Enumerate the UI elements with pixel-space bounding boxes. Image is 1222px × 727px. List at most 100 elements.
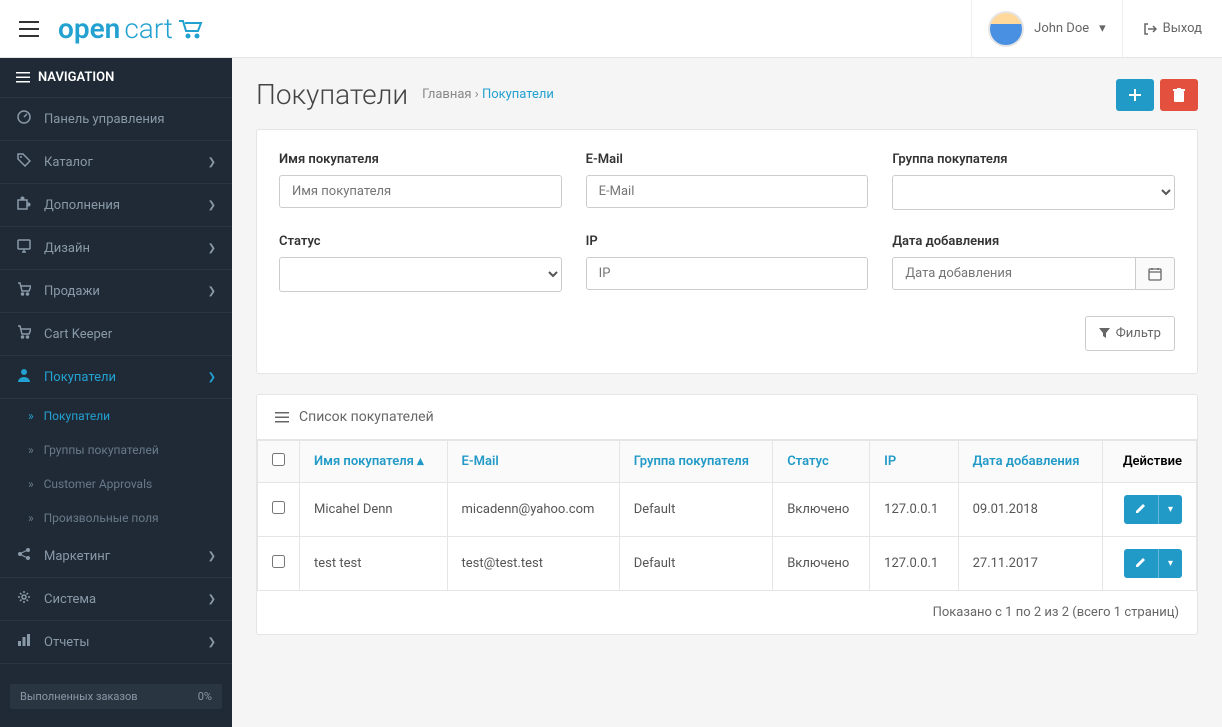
chevron-right-icon: ❯ <box>208 637 216 648</box>
sidebar-item-4[interactable]: Продажи❯ <box>0 270 232 313</box>
sidebar-item-8[interactable]: Система❯ <box>0 578 232 621</box>
filter-name-group: Имя покупателя <box>279 152 562 210</box>
filter-name-input[interactable] <box>279 175 562 208</box>
filter-button[interactable]: Фильтр <box>1085 316 1175 351</box>
filter-group-select[interactable] <box>892 175 1175 210</box>
list-panel-title: Список покупателей <box>299 409 434 425</box>
edit-button[interactable] <box>1124 549 1158 578</box>
stat-completed-orders: Выполненных заказов 0% <box>10 684 222 709</box>
col-date-sort[interactable]: Дата добавления <box>973 454 1080 469</box>
dropdown-button[interactable]: ▾ <box>1158 495 1182 524</box>
menu-toggle-button[interactable] <box>0 0 58 58</box>
sidebar-item-6[interactable]: Покупатели❯ <box>0 356 232 399</box>
sidebar: NAVIGATION Панель управленияКаталог❯Допо… <box>0 58 232 727</box>
cart-logo-icon <box>177 19 205 39</box>
cell-ip: 127.0.0.1 <box>870 483 958 537</box>
cell-group: Default <box>619 483 772 537</box>
sidebar-subitem-label: Произвольные поля <box>44 511 159 525</box>
dropdown-button[interactable]: ▾ <box>1158 549 1182 578</box>
delete-button[interactable] <box>1160 79 1198 111</box>
topbar: opencart John Doe ▾ Выход <box>0 0 1222 58</box>
sidebar-subitem-0[interactable]: »Покупатели <box>0 399 232 433</box>
table-row: test test test@test.test Default Включен… <box>258 537 1197 591</box>
filter-group-group: Группа покупателя <box>892 152 1175 210</box>
share-icon <box>16 547 32 565</box>
page-title: Покупатели <box>256 78 408 111</box>
sidebar-item-1[interactable]: Каталог❯ <box>0 141 232 184</box>
add-button[interactable] <box>1116 79 1154 111</box>
user-icon <box>16 368 32 386</box>
plus-icon <box>1129 89 1141 101</box>
filter-date-input[interactable] <box>892 257 1136 290</box>
breadcrumb-home[interactable]: Главная <box>422 87 471 102</box>
user-menu[interactable]: John Doe ▾ <box>971 0 1122 57</box>
filter-email-label: E-Mail <box>586 152 869 167</box>
filter-email-input[interactable] <box>586 175 869 208</box>
sidebar-item-7[interactable]: Маркетинг❯ <box>0 535 232 578</box>
double-chevron-icon: » <box>28 409 34 423</box>
cell-status: Включено <box>773 483 870 537</box>
breadcrumb-current[interactable]: Покупатели <box>482 87 554 102</box>
col-ip-sort[interactable]: IP <box>884 454 896 469</box>
sidebar-item-9[interactable]: Отчеты❯ <box>0 621 232 664</box>
logo-text-2: cart <box>124 12 173 45</box>
calendar-button[interactable] <box>1136 257 1175 290</box>
sidebar-subitem-2[interactable]: » Customer Approvals <box>0 467 232 501</box>
col-email-sort[interactable]: E-Mail <box>462 454 499 469</box>
chevron-right-icon: ❯ <box>208 372 216 383</box>
logout-button[interactable]: Выход <box>1122 0 1222 57</box>
filter-status-label: Статус <box>279 234 562 249</box>
chevron-right-icon: ❯ <box>208 243 216 254</box>
hamburger-icon <box>16 72 30 83</box>
trash-icon <box>1173 88 1185 102</box>
sidebar-subitem-3[interactable]: » Произвольные поля <box>0 501 232 535</box>
pencil-icon <box>1135 556 1147 568</box>
main-content: Покупатели Главная › Покупатели Имя поку <box>232 58 1222 727</box>
list-icon <box>275 412 289 423</box>
cell-name: Micahel Denn <box>300 483 448 537</box>
chevron-right-icon: ❯ <box>208 200 216 211</box>
breadcrumb: Главная › Покупатели <box>422 87 554 102</box>
caret-down-icon: ▾ <box>1168 558 1173 569</box>
logo[interactable]: opencart <box>58 12 205 45</box>
logout-icon <box>1143 22 1157 36</box>
col-group-sort[interactable]: Группа покупателя <box>634 454 749 469</box>
filter-ip-input[interactable] <box>586 257 869 290</box>
cell-email: test@test.test <box>447 537 619 591</box>
funnel-icon <box>1099 328 1110 339</box>
table-footer: Показано с 1 по 2 из 2 (всего 1 страниц) <box>257 591 1197 634</box>
chevron-right-icon: ❯ <box>208 157 216 168</box>
cell-group: Default <box>619 537 772 591</box>
sidebar-item-0[interactable]: Панель управления <box>0 98 232 141</box>
filter-panel: Имя покупателя E-Mail Группа покупателя … <box>256 129 1198 374</box>
nav-header: NAVIGATION <box>0 58 232 98</box>
sidebar-item-2[interactable]: Дополнения ❯ <box>0 184 232 227</box>
sidebar-item-label: Дизайн <box>44 241 90 256</box>
stat-label: Выполненных заказов <box>20 690 138 703</box>
dashboard-icon <box>16 110 32 128</box>
avatar <box>988 11 1024 47</box>
filter-name-label: Имя покупателя <box>279 152 562 167</box>
cell-date: 09.01.2018 <box>958 483 1103 537</box>
edit-button[interactable] <box>1124 495 1158 524</box>
double-chevron-icon: » <box>28 511 34 525</box>
col-name-sort[interactable]: Имя покупателя ▴ <box>314 454 424 469</box>
cart-icon <box>16 325 32 343</box>
puzzle-icon <box>16 196 32 214</box>
stat-value: 0% <box>198 690 212 703</box>
sidebar-item-label: Дополнения <box>44 198 120 213</box>
filter-date-label: Дата добавления <box>892 234 1175 249</box>
sidebar-item-5[interactable]: Cart Keeper <box>0 313 232 356</box>
filter-status-select[interactable] <box>279 257 562 292</box>
row-checkbox[interactable] <box>272 501 285 514</box>
row-checkbox[interactable] <box>272 555 285 568</box>
sidebar-subitem-label: Customer Approvals <box>44 477 153 491</box>
cart-icon <box>16 282 32 300</box>
select-all-checkbox[interactable] <box>272 453 285 466</box>
col-status-sort[interactable]: Статус <box>787 454 829 469</box>
sidebar-item-3[interactable]: Дизайн ❯ <box>0 227 232 270</box>
sidebar-subitem-1[interactable]: »Группы покупателей <box>0 433 232 467</box>
double-chevron-icon: » <box>28 477 34 491</box>
desktop-icon <box>16 239 32 257</box>
chevron-right-icon: ❯ <box>208 286 216 297</box>
